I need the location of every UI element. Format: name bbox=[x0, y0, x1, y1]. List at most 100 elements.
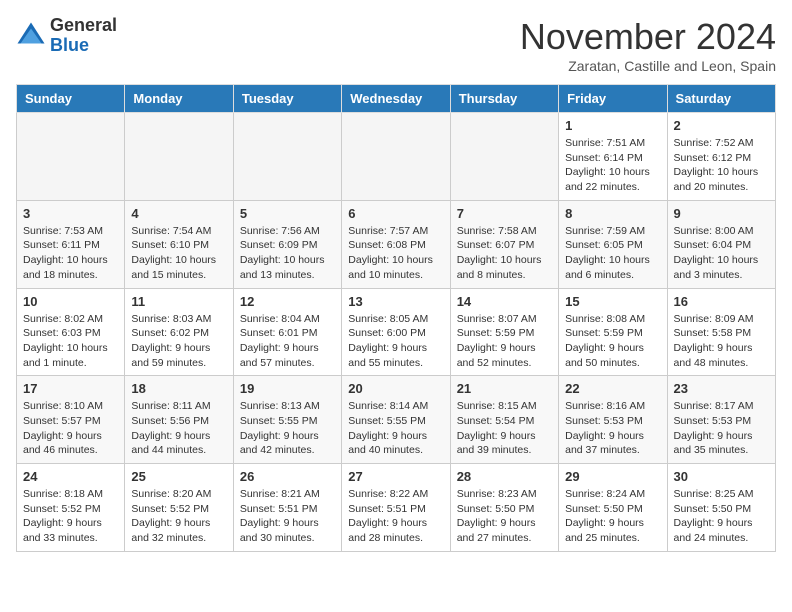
day-info: Sunrise: 8:05 AM Sunset: 6:00 PM Dayligh… bbox=[348, 312, 443, 371]
day-info: Sunrise: 8:11 AM Sunset: 5:56 PM Dayligh… bbox=[131, 399, 226, 458]
day-number: 4 bbox=[131, 206, 226, 221]
day-cell: 11 Sunrise: 8:03 AM Sunset: 6:02 PM Dayli… bbox=[125, 288, 233, 376]
week-row-1: 1 Sunrise: 7:51 AM Sunset: 6:14 PM Daylig… bbox=[17, 113, 776, 201]
day-cell: 15 Sunrise: 8:08 AM Sunset: 5:59 PM Dayli… bbox=[559, 288, 667, 376]
weekday-header-friday: Friday bbox=[559, 85, 667, 113]
weekday-header-monday: Monday bbox=[125, 85, 233, 113]
day-number: 13 bbox=[348, 294, 443, 309]
calendar-table: SundayMondayTuesdayWednesdayThursdayFrid… bbox=[16, 84, 776, 552]
day-cell: 6 Sunrise: 7:57 AM Sunset: 6:08 PM Daylig… bbox=[342, 200, 450, 288]
weekday-header-tuesday: Tuesday bbox=[233, 85, 341, 113]
day-number: 26 bbox=[240, 469, 335, 484]
day-cell: 24 Sunrise: 8:18 AM Sunset: 5:52 PM Dayli… bbox=[17, 464, 125, 552]
day-cell: 5 Sunrise: 7:56 AM Sunset: 6:09 PM Daylig… bbox=[233, 200, 341, 288]
day-number: 30 bbox=[674, 469, 769, 484]
day-cell: 27Sunrise: 8:22 AM Sunset: 5:51 PM Dayli… bbox=[342, 464, 450, 552]
day-cell bbox=[450, 113, 558, 201]
day-cell: 26 Sunrise: 8:21 AM Sunset: 5:51 PM Dayli… bbox=[233, 464, 341, 552]
day-info: Sunrise: 8:08 AM Sunset: 5:59 PM Dayligh… bbox=[565, 312, 660, 371]
day-info: Sunrise: 7:51 AM Sunset: 6:14 PM Dayligh… bbox=[565, 136, 660, 195]
day-info: Sunrise: 8:16 AM Sunset: 5:53 PM Dayligh… bbox=[565, 399, 660, 458]
day-cell: 19 Sunrise: 8:13 AM Sunset: 5:55 PM Dayli… bbox=[233, 376, 341, 464]
day-number: 17 bbox=[23, 381, 118, 396]
day-number: 2 bbox=[674, 118, 769, 133]
logo-general: General bbox=[50, 16, 117, 36]
day-cell: 4 Sunrise: 7:54 AM Sunset: 6:10 PM Daylig… bbox=[125, 200, 233, 288]
day-cell: 23Sunrise: 8:17 AM Sunset: 5:53 PM Dayli… bbox=[667, 376, 775, 464]
day-cell: 22 Sunrise: 8:16 AM Sunset: 5:53 PM Dayli… bbox=[559, 376, 667, 464]
day-number: 18 bbox=[131, 381, 226, 396]
day-number: 20 bbox=[348, 381, 443, 396]
day-cell: 30Sunrise: 8:25 AM Sunset: 5:50 PM Dayli… bbox=[667, 464, 775, 552]
day-info: Sunrise: 8:22 AM Sunset: 5:51 PM Dayligh… bbox=[348, 487, 443, 546]
day-number: 25 bbox=[131, 469, 226, 484]
day-cell bbox=[125, 113, 233, 201]
day-info: Sunrise: 8:09 AM Sunset: 5:58 PM Dayligh… bbox=[674, 312, 769, 371]
day-cell: 28Sunrise: 8:23 AM Sunset: 5:50 PM Dayli… bbox=[450, 464, 558, 552]
day-number: 8 bbox=[565, 206, 660, 221]
day-number: 21 bbox=[457, 381, 552, 396]
day-cell: 10 Sunrise: 8:02 AM Sunset: 6:03 PM Dayli… bbox=[17, 288, 125, 376]
day-info: Sunrise: 8:04 AM Sunset: 6:01 PM Dayligh… bbox=[240, 312, 335, 371]
day-cell: 13 Sunrise: 8:05 AM Sunset: 6:00 PM Dayli… bbox=[342, 288, 450, 376]
week-row-4: 17 Sunrise: 8:10 AM Sunset: 5:57 PM Dayli… bbox=[17, 376, 776, 464]
weekday-header-sunday: Sunday bbox=[17, 85, 125, 113]
day-info: Sunrise: 7:58 AM Sunset: 6:07 PM Dayligh… bbox=[457, 224, 552, 283]
day-info: Sunrise: 7:52 AM Sunset: 6:12 PM Dayligh… bbox=[674, 136, 769, 195]
weekday-header-saturday: Saturday bbox=[667, 85, 775, 113]
day-cell: 12Sunrise: 8:04 AM Sunset: 6:01 PM Dayli… bbox=[233, 288, 341, 376]
week-row-5: 24 Sunrise: 8:18 AM Sunset: 5:52 PM Dayli… bbox=[17, 464, 776, 552]
day-cell bbox=[17, 113, 125, 201]
logo-blue: Blue bbox=[50, 36, 117, 56]
day-cell: 18 Sunrise: 8:11 AM Sunset: 5:56 PM Dayli… bbox=[125, 376, 233, 464]
day-number: 29 bbox=[565, 469, 660, 484]
day-info: Sunrise: 8:21 AM Sunset: 5:51 PM Dayligh… bbox=[240, 487, 335, 546]
day-info: Sunrise: 7:59 AM Sunset: 6:05 PM Dayligh… bbox=[565, 224, 660, 283]
day-number: 5 bbox=[240, 206, 335, 221]
day-info: Sunrise: 8:03 AM Sunset: 6:02 PM Dayligh… bbox=[131, 312, 226, 371]
day-info: Sunrise: 8:10 AM Sunset: 5:57 PM Dayligh… bbox=[23, 399, 118, 458]
day-info: Sunrise: 7:56 AM Sunset: 6:09 PM Dayligh… bbox=[240, 224, 335, 283]
day-info: Sunrise: 7:57 AM Sunset: 6:08 PM Dayligh… bbox=[348, 224, 443, 283]
day-number: 9 bbox=[674, 206, 769, 221]
day-info: Sunrise: 8:20 AM Sunset: 5:52 PM Dayligh… bbox=[131, 487, 226, 546]
day-cell: 17 Sunrise: 8:10 AM Sunset: 5:57 PM Dayli… bbox=[17, 376, 125, 464]
day-info: Sunrise: 8:02 AM Sunset: 6:03 PM Dayligh… bbox=[23, 312, 118, 371]
day-info: Sunrise: 8:07 AM Sunset: 5:59 PM Dayligh… bbox=[457, 312, 552, 371]
day-cell: 20 Sunrise: 8:14 AM Sunset: 5:55 PM Dayli… bbox=[342, 376, 450, 464]
day-number: 16 bbox=[674, 294, 769, 309]
day-number: 6 bbox=[348, 206, 443, 221]
day-number: 22 bbox=[565, 381, 660, 396]
day-cell: 29Sunrise: 8:24 AM Sunset: 5:50 PM Dayli… bbox=[559, 464, 667, 552]
day-number: 24 bbox=[23, 469, 118, 484]
day-number: 1 bbox=[565, 118, 660, 133]
logo: General Blue bbox=[16, 16, 117, 56]
day-cell: 14 Sunrise: 8:07 AM Sunset: 5:59 PM Dayli… bbox=[450, 288, 558, 376]
day-cell: 21 Sunrise: 8:15 AM Sunset: 5:54 PM Dayli… bbox=[450, 376, 558, 464]
day-cell: 7 Sunrise: 7:58 AM Sunset: 6:07 PM Daylig… bbox=[450, 200, 558, 288]
day-number: 23 bbox=[674, 381, 769, 396]
day-number: 19 bbox=[240, 381, 335, 396]
title-block: November 2024 Zaratan, Castille and Leon… bbox=[520, 16, 776, 74]
weekday-header-row: SundayMondayTuesdayWednesdayThursdayFrid… bbox=[17, 85, 776, 113]
day-cell: 1 Sunrise: 7:51 AM Sunset: 6:14 PM Daylig… bbox=[559, 113, 667, 201]
day-number: 14 bbox=[457, 294, 552, 309]
day-number: 7 bbox=[457, 206, 552, 221]
day-info: Sunrise: 8:13 AM Sunset: 5:55 PM Dayligh… bbox=[240, 399, 335, 458]
day-cell bbox=[233, 113, 341, 201]
day-cell: 9Sunrise: 8:00 AM Sunset: 6:04 PM Daylig… bbox=[667, 200, 775, 288]
day-cell: 8 Sunrise: 7:59 AM Sunset: 6:05 PM Daylig… bbox=[559, 200, 667, 288]
day-info: Sunrise: 7:53 AM Sunset: 6:11 PM Dayligh… bbox=[23, 224, 118, 283]
week-row-2: 3 Sunrise: 7:53 AM Sunset: 6:11 PM Daylig… bbox=[17, 200, 776, 288]
day-info: Sunrise: 8:14 AM Sunset: 5:55 PM Dayligh… bbox=[348, 399, 443, 458]
day-info: Sunrise: 8:18 AM Sunset: 5:52 PM Dayligh… bbox=[23, 487, 118, 546]
day-info: Sunrise: 7:54 AM Sunset: 6:10 PM Dayligh… bbox=[131, 224, 226, 283]
day-number: 15 bbox=[565, 294, 660, 309]
day-number: 11 bbox=[131, 294, 226, 309]
day-cell bbox=[342, 113, 450, 201]
day-info: Sunrise: 8:15 AM Sunset: 5:54 PM Dayligh… bbox=[457, 399, 552, 458]
day-number: 10 bbox=[23, 294, 118, 309]
day-number: 28 bbox=[457, 469, 552, 484]
day-number: 3 bbox=[23, 206, 118, 221]
weekday-header-thursday: Thursday bbox=[450, 85, 558, 113]
